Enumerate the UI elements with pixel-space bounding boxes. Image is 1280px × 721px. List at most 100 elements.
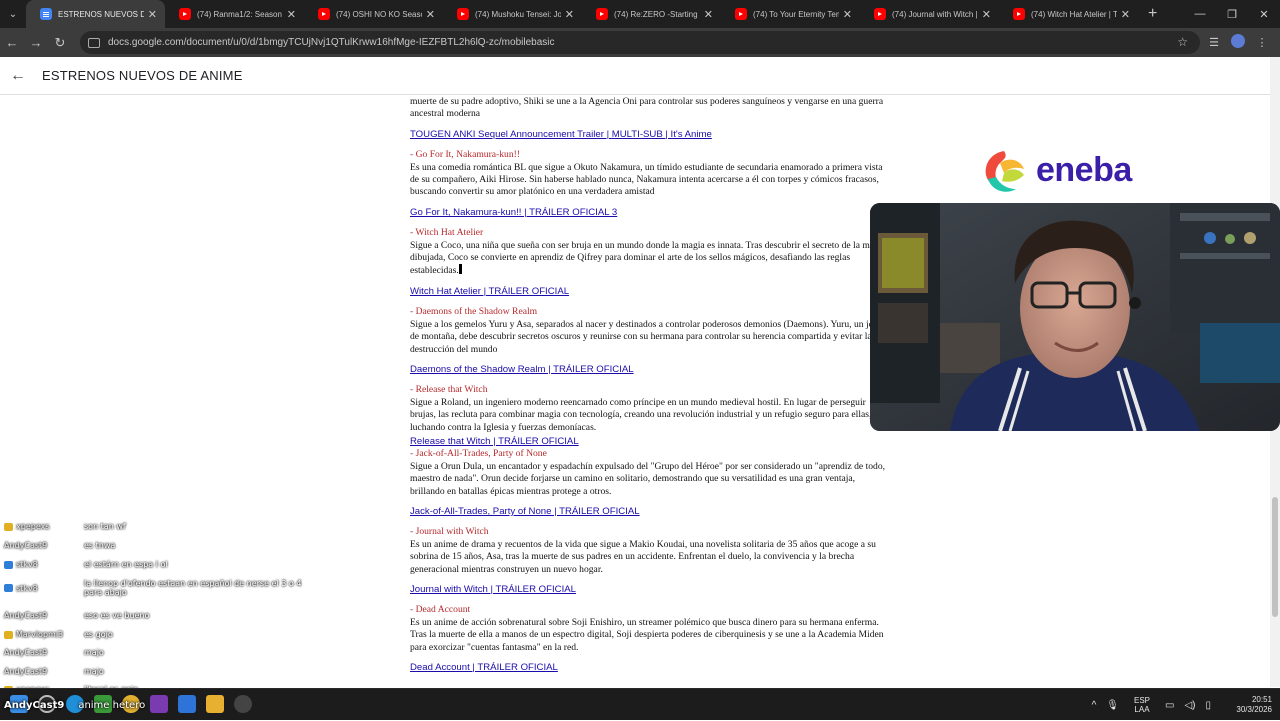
trailer-link[interactable]: Journal with Witch | TRÁILER OFICIAL	[410, 584, 890, 596]
clock[interactable]: 20:51 30/3/2026	[1228, 695, 1272, 715]
minimize-icon[interactable]: —	[1184, 8, 1216, 20]
address-bar[interactable]: docs.google.com/document/u/0/d/1bmgyTCUj…	[80, 31, 1200, 54]
system-tray: ^ 🎙 ESP LAA ▭ ◁) ▯ 20:51 30/3/2026	[1087, 689, 1272, 721]
trailer-link[interactable]: Daemons of the Shadow Realm | TRÁILER OF…	[410, 364, 890, 376]
browser-tab[interactable]: ESTRENOS NUEVOS DE A ✕	[26, 0, 165, 28]
chat-username-text: Marvlopmi3	[16, 630, 64, 639]
chat-text: el estárn en espa l ol	[84, 560, 168, 569]
trailer-link[interactable]: Go For It, Nakamura-kun!! | TRÁILER OFIC…	[410, 207, 890, 219]
chat-text: es gojo	[84, 630, 113, 639]
trailer-link[interactable]: Jack-of-All-Trades, Party of None | TRÁI…	[410, 506, 890, 518]
tab-title: (74) Ranma1/2: Season 3	[197, 9, 283, 19]
tab-title: (74) Journal with Witch | T	[892, 9, 978, 19]
anime-entry: - Jack-of-All-Trades, Party of None Sigue…	[410, 448, 890, 518]
file-explorer-icon[interactable]	[206, 695, 224, 713]
tab-close-icon[interactable]: ✕	[148, 8, 157, 21]
menu-kebab-icon[interactable]: ⋮	[1250, 36, 1274, 49]
tab-close-icon[interactable]: ✕	[1121, 8, 1130, 21]
trailer-link[interactable]: Witch Hat Atelier | TRÁILER OFICIAL	[410, 286, 890, 298]
volume-icon[interactable]: ◁)	[1184, 700, 1195, 711]
network-icon[interactable]: ▭	[1165, 700, 1174, 711]
chat-message: AndyCast9 majo	[4, 648, 314, 657]
chat-text: la llenop d'ofendo estaan en español de …	[84, 579, 302, 597]
clock-time: 20:51	[1251, 695, 1272, 704]
chat-text: majo	[84, 667, 104, 676]
doc-back-arrow-icon[interactable]: ←	[0, 67, 36, 85]
eneba-mark-icon	[985, 150, 1024, 192]
url-text[interactable]: docs.google.com/document/u/0/d/1bmgyTCUj…	[108, 37, 554, 48]
chat-text: majo	[84, 648, 104, 657]
chat-message: stkv8 la llenop d'ofendo estaan en españo…	[4, 579, 314, 597]
anime-heading: - Dead Account	[410, 604, 471, 616]
microphone-icon[interactable]: 🎙	[1106, 700, 1119, 711]
scrollbar-thumb[interactable]	[1272, 497, 1278, 617]
anime-entry: - Go For It, Nakamura-kun!! Es una comedi…	[410, 149, 890, 219]
back-arrow-icon[interactable]: ←	[0, 35, 24, 50]
obs-icon[interactable]	[234, 695, 252, 713]
chat-badge-icon	[4, 560, 13, 569]
profile-avatar[interactable]	[1226, 34, 1250, 51]
chat-username: xpepexs	[4, 522, 84, 531]
browser-tab[interactable]: (74) Ranma1/2: Season 3 ✕	[165, 0, 304, 28]
anime-heading: - Witch Hat Atelier	[410, 227, 484, 239]
tab-search-chevron-icon[interactable]: ⌄	[0, 0, 26, 28]
app-diamond-icon[interactable]	[178, 695, 196, 713]
reading-list-icon[interactable]: ☰	[1202, 36, 1226, 49]
chat-username: stkv8	[4, 560, 84, 569]
browser-tab[interactable]: (74) Mushoku Tensei: Job ✕	[443, 0, 582, 28]
language-indicator[interactable]: ESP LAA	[1134, 696, 1150, 714]
chat-username-text: xpepexs	[16, 522, 50, 531]
clock-date: 30/3/2026	[1236, 705, 1272, 714]
chat-text: son tan wf	[84, 522, 126, 531]
tab-close-icon[interactable]: ✕	[982, 8, 991, 21]
chat-username: AndyCast9	[4, 541, 84, 550]
browser-tab[interactable]: (74) Journal with Witch | T ✕	[860, 0, 999, 28]
google-docs-icon	[40, 8, 52, 20]
anime-description: Sigue a Orun Dula, un encantador y espad…	[410, 460, 886, 497]
app-icon[interactable]	[150, 695, 168, 713]
chat-username: AndyCast9	[4, 611, 84, 620]
youtube-icon	[1013, 8, 1025, 20]
forward-arrow-icon[interactable]: →	[24, 35, 48, 50]
text-cursor	[458, 264, 462, 275]
close-window-icon[interactable]: ✕	[1248, 8, 1280, 21]
trailer-link[interactable]: Release that Witch | TRÁILER OFICIAL	[410, 436, 890, 448]
overlay-username: AndyCast9	[4, 700, 65, 711]
youtube-icon	[457, 8, 469, 20]
browser-tab[interactable]: (74) Re:ZERO -Starting Lif ✕	[582, 0, 721, 28]
browser-tab[interactable]: (74) To Your Eternity Tem ✕	[721, 0, 860, 28]
browser-tab[interactable]: (74) OSHI NO KO Season ✕	[304, 0, 443, 28]
tab-close-icon[interactable]: ✕	[426, 8, 435, 21]
tab-close-icon[interactable]: ✕	[565, 8, 574, 21]
trailer-link[interactable]: TOUGEN ANKI Sequel Announcement Trailer …	[410, 129, 890, 141]
chat-message: xpepexs son tan wf	[4, 522, 314, 531]
tab-close-icon[interactable]: ✕	[287, 8, 296, 21]
webcam-feed	[870, 203, 1280, 431]
site-info-icon[interactable]	[88, 37, 100, 48]
stream-chat-overlay: xpepexs son tan wf AndyCast9 es tnwa stkv8 el…	[0, 522, 320, 694]
anime-heading: - Jack-of-All-Trades, Party of None	[410, 448, 547, 460]
new-tab-plus-icon[interactable]: +	[1148, 5, 1157, 23]
anime-list: - Go For It, Nakamura-kun!! Es una comedi…	[410, 149, 890, 674]
document-header: ← ESTRENOS NUEVOS DE ANIME	[0, 57, 1270, 95]
restore-icon[interactable]: ❐	[1216, 8, 1248, 21]
anime-description: Sigue a Roland, un ingeniero moderno ree…	[410, 396, 872, 433]
browser-tab-strip: ⌄ ESTRENOS NUEVOS DE A✕(74) Ranma1/2: Se…	[0, 0, 1280, 28]
tab-close-icon[interactable]: ✕	[704, 8, 713, 21]
bookmark-star-icon[interactable]: ☆	[1177, 35, 1188, 49]
browser-tab[interactable]: (74) Witch Hat Atelier | Th ✕	[999, 0, 1138, 28]
tab-close-icon[interactable]: ✕	[843, 8, 852, 21]
eneba-logo: eneba	[978, 143, 1148, 198]
sponsor-name: eneba	[1036, 151, 1132, 189]
trailer-link[interactable]: Dead Account | TRÁILER OFICIAL	[410, 662, 890, 674]
language-code: ESP	[1133, 696, 1150, 705]
tab-title: (74) Re:ZERO -Starting Lif	[614, 9, 700, 19]
anime-entry: - Release that Witch Sigue a Roland, un i…	[410, 384, 890, 448]
anime-description: Es un anime de acción sobrenatural sobre…	[410, 616, 884, 653]
stream-overlay-caption: AndyCast9 anime hetero	[4, 690, 145, 711]
show-hidden-icons-icon[interactable]: ^	[1092, 700, 1097, 711]
battery-icon[interactable]: ▯	[1205, 700, 1211, 711]
reload-icon[interactable]: ↻	[48, 35, 72, 51]
chat-badge-icon	[4, 584, 13, 592]
anime-description: Es un anime de drama y recuentos de la v…	[410, 538, 876, 575]
